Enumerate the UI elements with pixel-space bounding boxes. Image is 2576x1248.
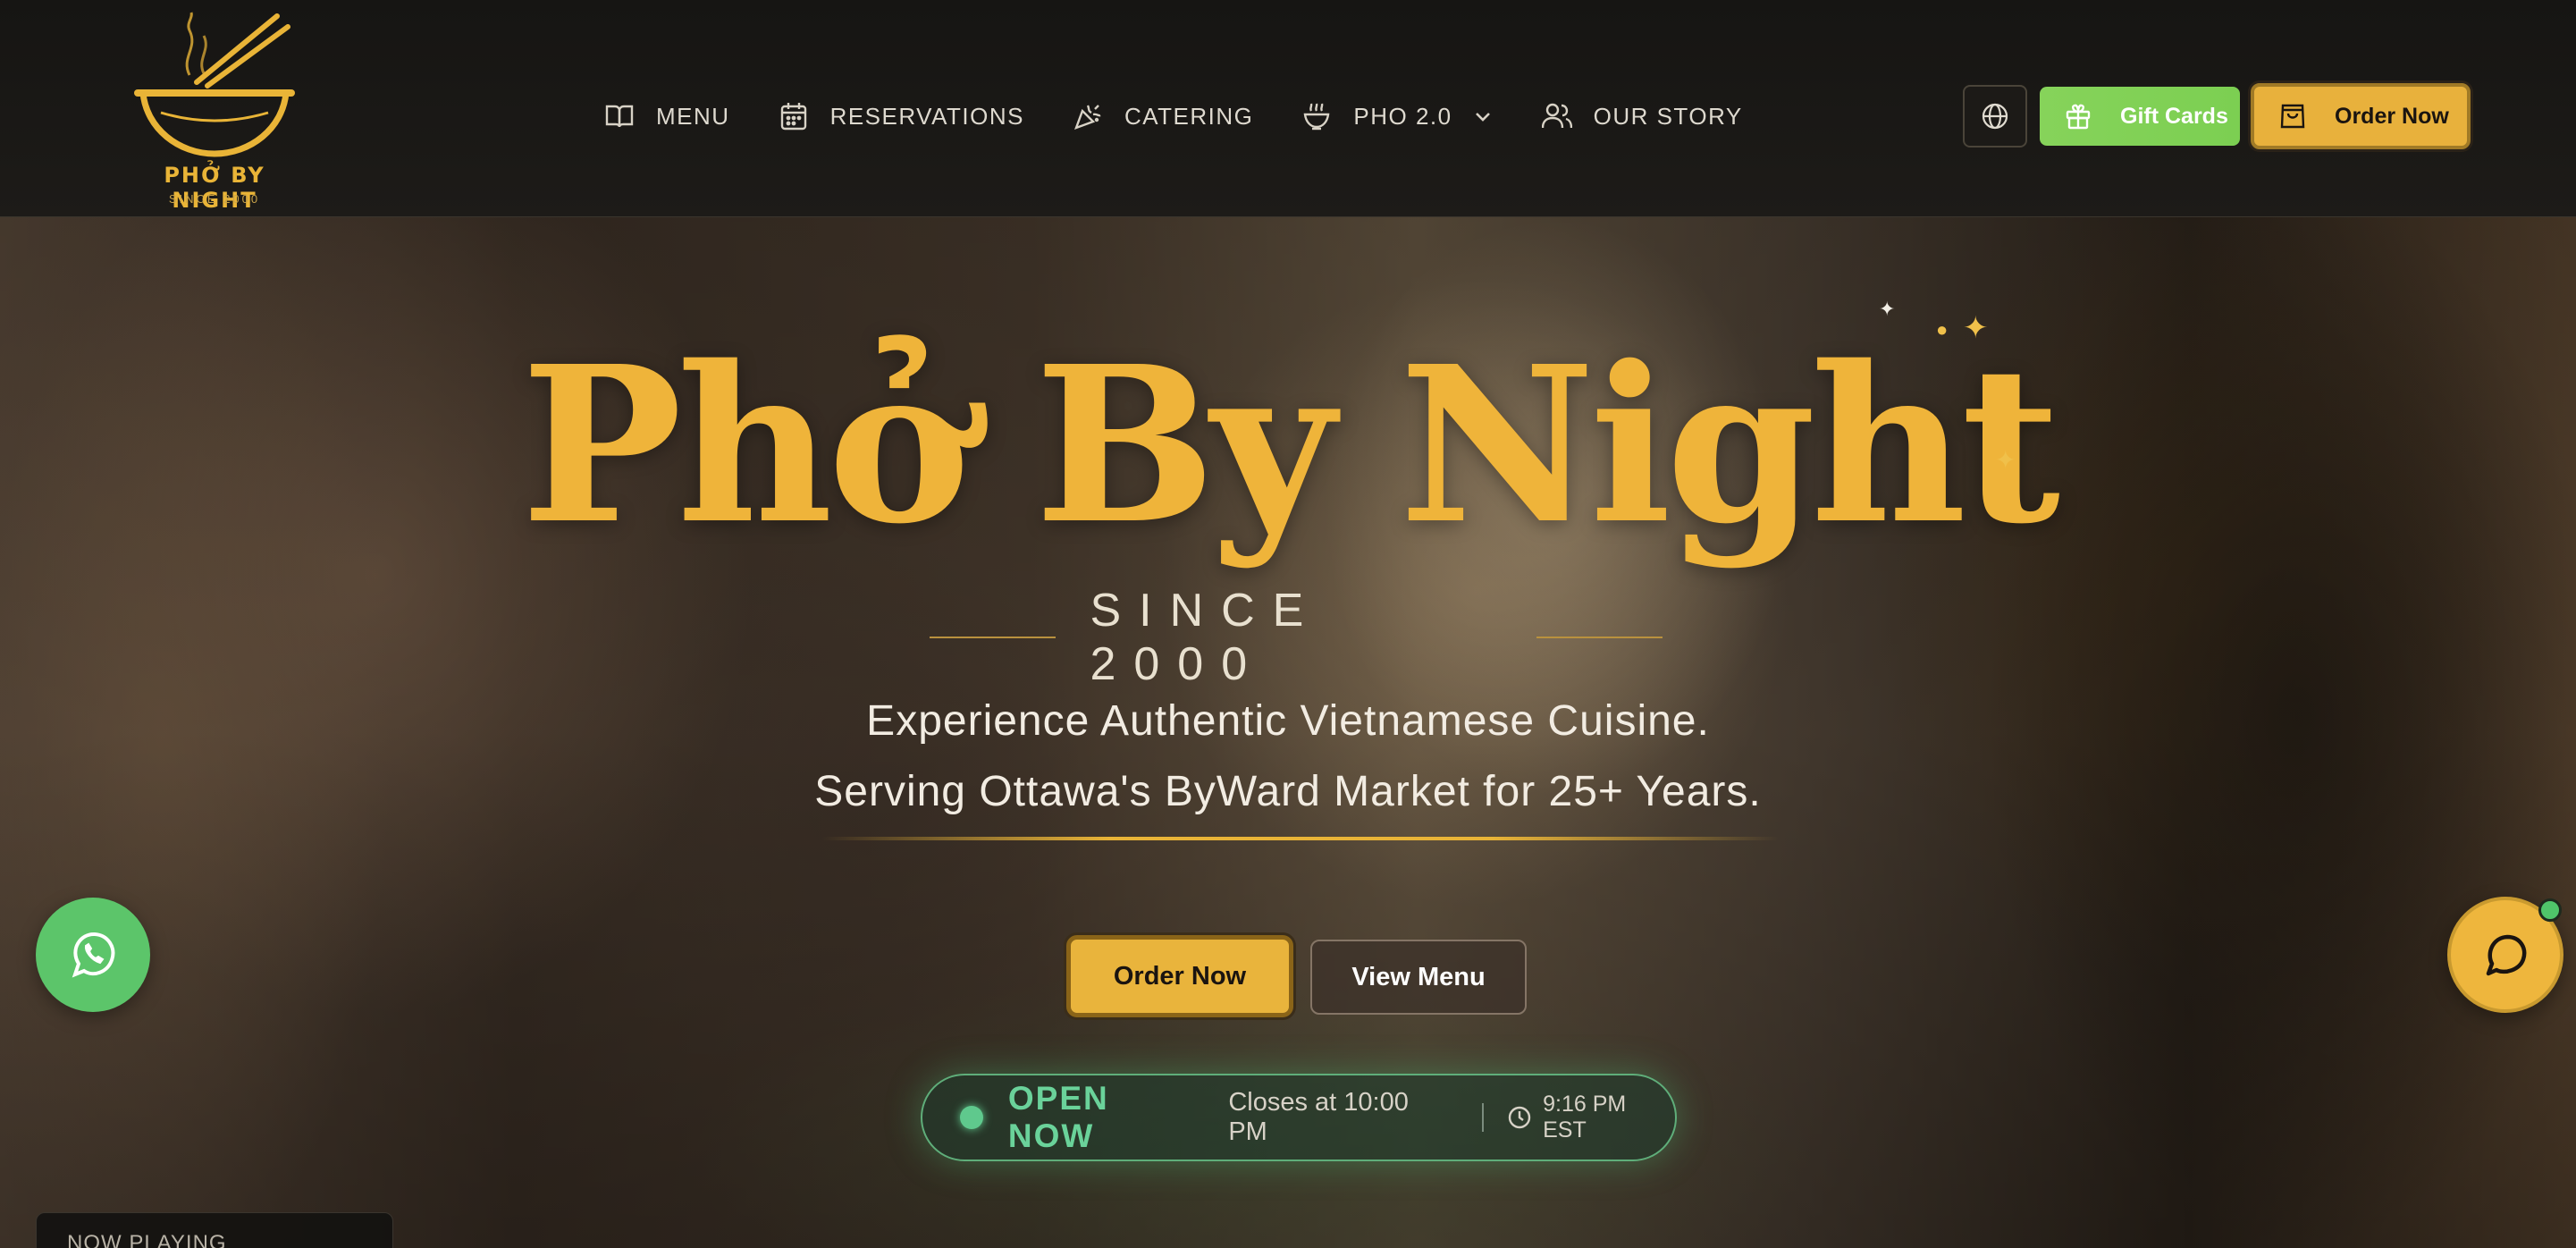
- main-nav: MENU RESERVATIONS CATERING PHO 2.0 OUR S…: [604, 96, 1791, 137]
- now-playing-label: NOW PLAYING: [67, 1231, 227, 1248]
- sparkle-icon: ✦: [1995, 446, 2016, 474]
- divider-line: [1536, 637, 1663, 638]
- hero-since-text: SINCE 2000: [1090, 585, 1322, 690]
- gift-cards-button[interactable]: Gift Cards: [2040, 87, 2240, 146]
- nav-item-pho-2[interactable]: PHO 2.0: [1301, 96, 1493, 137]
- nav-item-catering[interactable]: CATERING: [1073, 96, 1253, 137]
- language-button[interactable]: [1963, 85, 2027, 148]
- shopping-bag-icon: [2279, 103, 2306, 130]
- calendar-icon: [779, 101, 809, 131]
- party-popper-icon: [1073, 101, 1103, 131]
- book-icon: [604, 101, 635, 131]
- globe-icon: [1982, 103, 2008, 130]
- chat-online-indicator: [2538, 898, 2562, 922]
- gift-cards-label: Gift Cards: [2120, 103, 2228, 129]
- nav-label-our-story: OUR STORY: [1593, 102, 1743, 130]
- hero-since-row: SINCE 2000: [930, 585, 1663, 690]
- site-header: PHỞ BY NIGHT SINCE 2000 MENU RESERVATION…: [0, 0, 2576, 217]
- status-open-label: OPEN NOW: [1007, 1080, 1109, 1154]
- gift-icon: [2065, 103, 2092, 130]
- nav-item-our-story[interactable]: OUR STORY: [1541, 96, 1743, 137]
- status-separator: [1482, 1103, 1485, 1132]
- nav-label-menu: MENU: [656, 102, 730, 130]
- nav-label-reservations: RESERVATIONS: [829, 102, 1024, 130]
- sparkle-icon: ●: [1936, 318, 1949, 341]
- hero-section: Phở By Night ✦ ● ✦ ✦ SINCE 2000 Experien…: [0, 217, 2576, 1248]
- status-current-time: 9:16 PM EST: [1543, 1092, 1627, 1143]
- whatsapp-icon: [72, 932, 115, 978]
- logo-since: SINCE 2000: [168, 192, 261, 206]
- divider-line: [930, 637, 1056, 638]
- bowl-icon: [1301, 101, 1332, 131]
- hero-title: Phở By Night: [520, 319, 2060, 571]
- hero-order-now-button[interactable]: Order Now: [1066, 935, 1293, 1017]
- nav-label-pho-2: PHO 2.0: [1353, 102, 1452, 130]
- status-indicator-dot: [960, 1106, 983, 1129]
- sparkle-icon: ✦: [1879, 298, 1896, 320]
- nav-item-menu[interactable]: MENU: [604, 96, 730, 137]
- chat-bubble-icon: [2486, 934, 2527, 976]
- whatsapp-button[interactable]: [36, 898, 150, 1012]
- hero-tagline-line-2: Serving Ottawa's ByWard Market for 25+ Y…: [814, 768, 1762, 815]
- clock-icon: [1507, 1105, 1532, 1130]
- hero-tagline-line-1: Experience Authentic Vietnamese Cuisine.: [866, 697, 1710, 745]
- open-status-pill: OPEN NOW Closes at 10:00 PM 9:16 PM EST: [921, 1074, 1677, 1161]
- nav-item-reservations[interactable]: RESERVATIONS: [779, 96, 1024, 137]
- status-closes-text: Closes at 10:00 PM: [1228, 1088, 1409, 1146]
- now-playing-widget[interactable]: NOW PLAYING: [36, 1212, 393, 1248]
- hero-view-menu-button[interactable]: View Menu: [1310, 940, 1527, 1015]
- users-icon: [1541, 101, 1572, 131]
- header-order-now-label: Order Now: [2335, 103, 2449, 129]
- tagline-underline: [822, 837, 1779, 840]
- brand-logo[interactable]: PHỞ BY NIGHT SINCE 2000: [125, 4, 304, 213]
- sparkle-icon: ✦: [1963, 311, 1989, 345]
- hero-content: Phở By Night ✦ ● ✦ ✦ SINCE 2000 Experien…: [0, 217, 2576, 1248]
- nav-label-catering: CATERING: [1124, 102, 1254, 130]
- chevron-down-icon[interactable]: [1472, 105, 1494, 127]
- pho-bowl-logo-icon: [134, 12, 295, 157]
- header-order-now-button[interactable]: Order Now: [2251, 83, 2471, 149]
